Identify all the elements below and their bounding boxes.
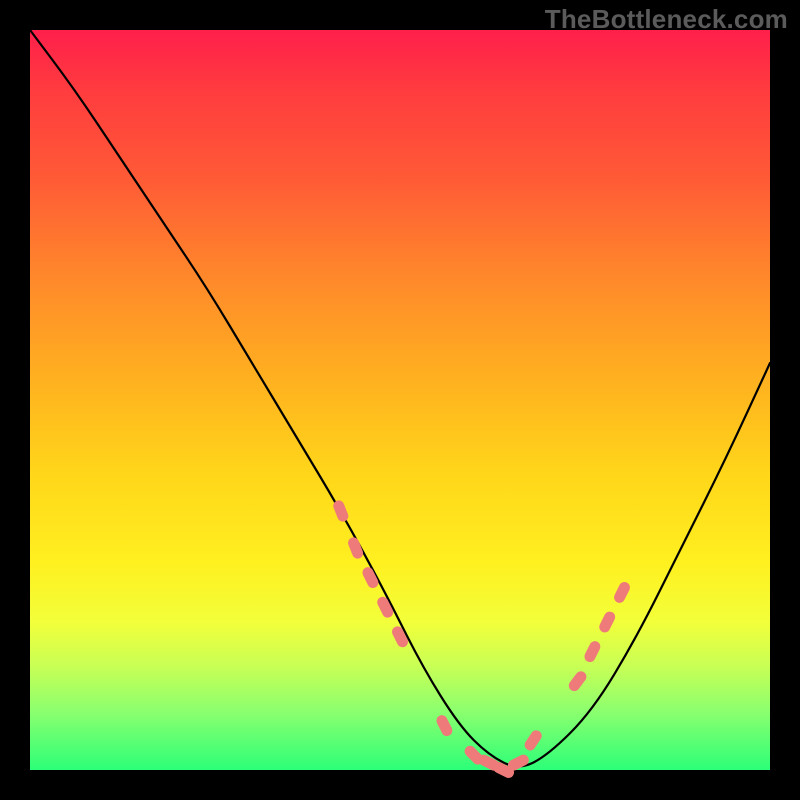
plot-area — [30, 30, 770, 770]
bottleneck-curve — [30, 30, 770, 766]
curve-marker — [612, 580, 632, 605]
curve-marker — [583, 639, 603, 664]
marker-group — [332, 499, 632, 780]
curve-marker — [435, 713, 455, 738]
curve-marker — [567, 669, 589, 693]
curve-marker — [523, 728, 544, 752]
chart-frame: TheBottleneck.com — [0, 0, 800, 800]
chart-svg — [30, 30, 770, 770]
curve-marker — [597, 610, 617, 635]
